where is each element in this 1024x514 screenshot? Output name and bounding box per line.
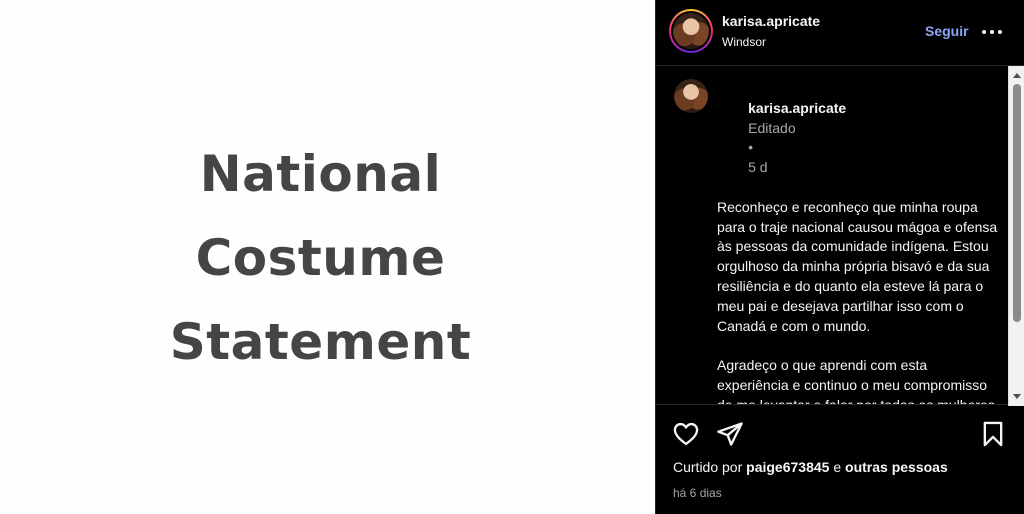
bookmark-icon[interactable] [979,420,1007,448]
comments-scrollbar[interactable] [1008,66,1024,406]
caption: karisa.apricate Editado • 5 d Reconheço … [717,79,1002,405]
caption-age[interactable]: 5 d [748,159,767,175]
more-horizontal-icon[interactable] [982,22,1002,42]
author-avatar[interactable] [669,9,713,53]
likes-summary: Curtido por paige673845 e outras pessoas [673,459,948,475]
headline-line-1: National [199,145,442,203]
caption-paragraph-1: Reconheço e reconheço que minha roupa pa… [717,198,1002,334]
post-actions [656,420,1024,450]
likes-connector: e [833,459,842,475]
caption-avatar[interactable] [674,79,708,113]
post-details-panel: karisa.apricate Windsor Seguir karisa.ap… [655,0,1024,514]
caption-paragraph-2: Agradeço o que aprendi com esta experiên… [717,357,995,405]
post-header: karisa.apricate Windsor Seguir [656,0,1024,66]
likes-others[interactable]: outras pessoas [845,459,948,475]
follow-button[interactable]: Seguir [925,23,969,39]
heart-icon[interactable] [672,420,700,448]
post-timestamp[interactable]: há 6 dias [673,486,722,500]
caption-separator: • [748,139,754,156]
media-headline: National Costume Statement [170,132,471,384]
likes-user[interactable]: paige673845 [746,459,829,475]
post-media: National Costume Statement [0,0,655,514]
scroll-down-arrow-icon[interactable] [1013,394,1021,399]
comments-area[interactable]: karisa.apricate Editado • 5 d Reconheço … [656,67,1024,405]
scroll-up-arrow-icon[interactable] [1013,73,1021,78]
post-location[interactable]: Windsor [722,35,766,49]
headline-line-3: Statement [169,313,472,371]
headline-line-2: Costume [195,229,446,287]
scrollbar-thumb[interactable] [1013,84,1021,322]
likes-prefix: Curtido por [673,459,743,475]
send-icon[interactable] [716,420,744,448]
avatar-image [673,13,709,49]
author-username[interactable]: karisa.apricate [722,13,820,29]
caption-username[interactable]: karisa.apricate [748,100,846,116]
caption-edited-label: Editado [748,119,796,136]
